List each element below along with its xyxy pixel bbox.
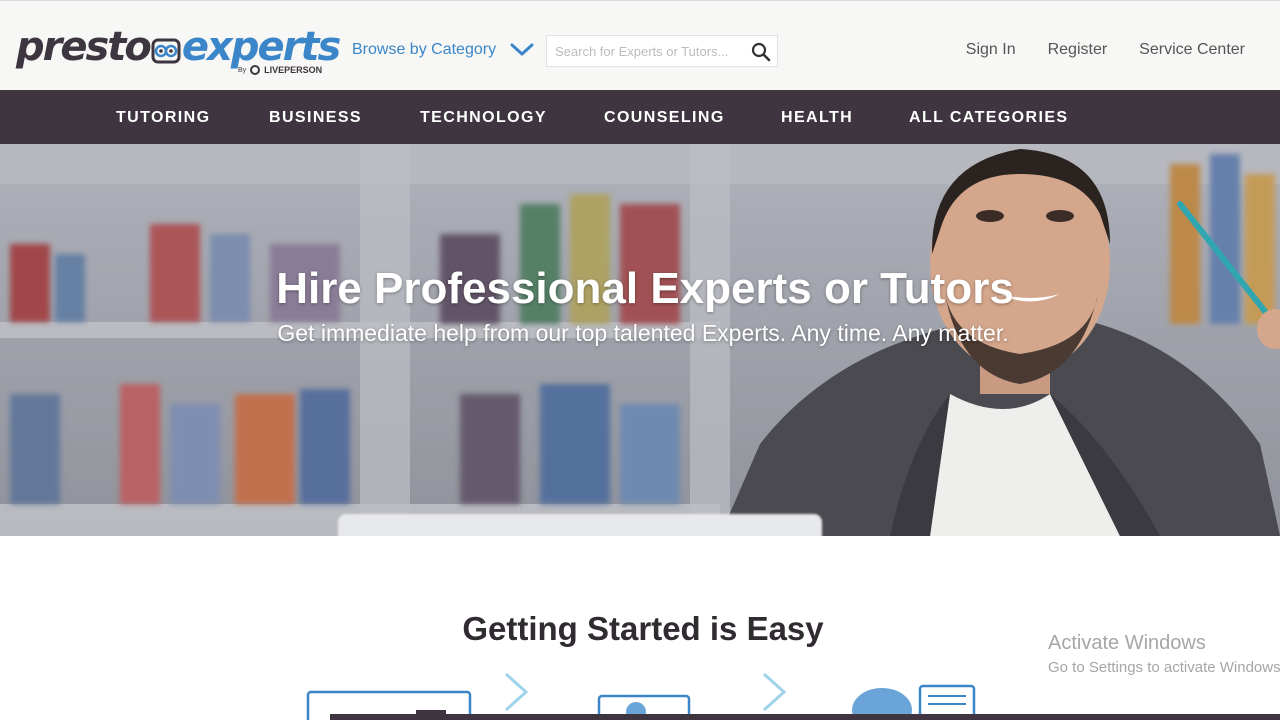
nav-item-technology[interactable]: TECHNOLOGY	[420, 109, 547, 127]
logo-partner-text: LIVEPERSON	[264, 65, 323, 75]
nav-item-tutoring[interactable]: TUTORING	[116, 109, 210, 127]
logo-part-experts: experts	[181, 24, 341, 70]
chevron-down-icon	[510, 43, 534, 56]
prestoexperts-logo[interactable]: presto experts By LIVEPERSON	[16, 24, 341, 79]
logo-wordmark: presto experts	[16, 24, 341, 70]
step-1-illustration	[306, 690, 472, 720]
chevron-right-icon	[504, 672, 529, 712]
search-box	[546, 35, 778, 67]
sign-in-link[interactable]: Sign In	[966, 41, 1016, 59]
category-nav: TUTORING BUSINESS TECHNOLOGY COUNSELING …	[0, 90, 1280, 144]
service-center-link[interactable]: Service Center	[1139, 41, 1245, 59]
hero-banner: Hire Professional Experts or Tutors Get …	[0, 144, 1280, 536]
browse-by-category-label: Browse by Category	[352, 41, 497, 58]
nav-item-counseling[interactable]: COUNSELING	[604, 109, 725, 127]
register-link[interactable]: Register	[1048, 41, 1108, 59]
nav-item-health[interactable]: HEALTH	[781, 109, 853, 127]
nav-item-all-categories[interactable]: ALL CATEGORIES	[909, 109, 1068, 127]
hero-subtitle: Get immediate help from our top talented…	[277, 320, 1009, 346]
browse-by-category-dropdown[interactable]: Browse by Category	[352, 41, 534, 59]
bottom-partial-bar	[330, 714, 1280, 720]
site-header: presto experts By LIVEPERSON Browse by C…	[0, 0, 1280, 90]
liveperson-icon	[250, 65, 261, 75]
search-input[interactable]	[547, 36, 743, 66]
logo-by-text: By	[238, 66, 247, 74]
step-3-illustration	[852, 684, 976, 720]
owl-mascot-icon	[151, 33, 181, 64]
chevron-right-icon	[762, 672, 787, 712]
step-2-illustration	[597, 694, 691, 720]
liveperson-byline: By LIVEPERSON	[238, 65, 322, 75]
account-links: Sign In Register Service Center	[966, 41, 1245, 59]
hero-title: Hire Professional Experts or Tutors	[276, 264, 1014, 313]
logo-part-presto: presto	[16, 24, 152, 70]
activate-windows-title: Activate Windows	[1048, 632, 1206, 654]
nav-item-business[interactable]: BUSINESS	[269, 109, 362, 127]
activate-windows-subtitle: Go to Settings to activate Windows.	[1048, 659, 1280, 676]
laptop-image	[338, 514, 822, 536]
search-icon[interactable]	[751, 42, 771, 62]
